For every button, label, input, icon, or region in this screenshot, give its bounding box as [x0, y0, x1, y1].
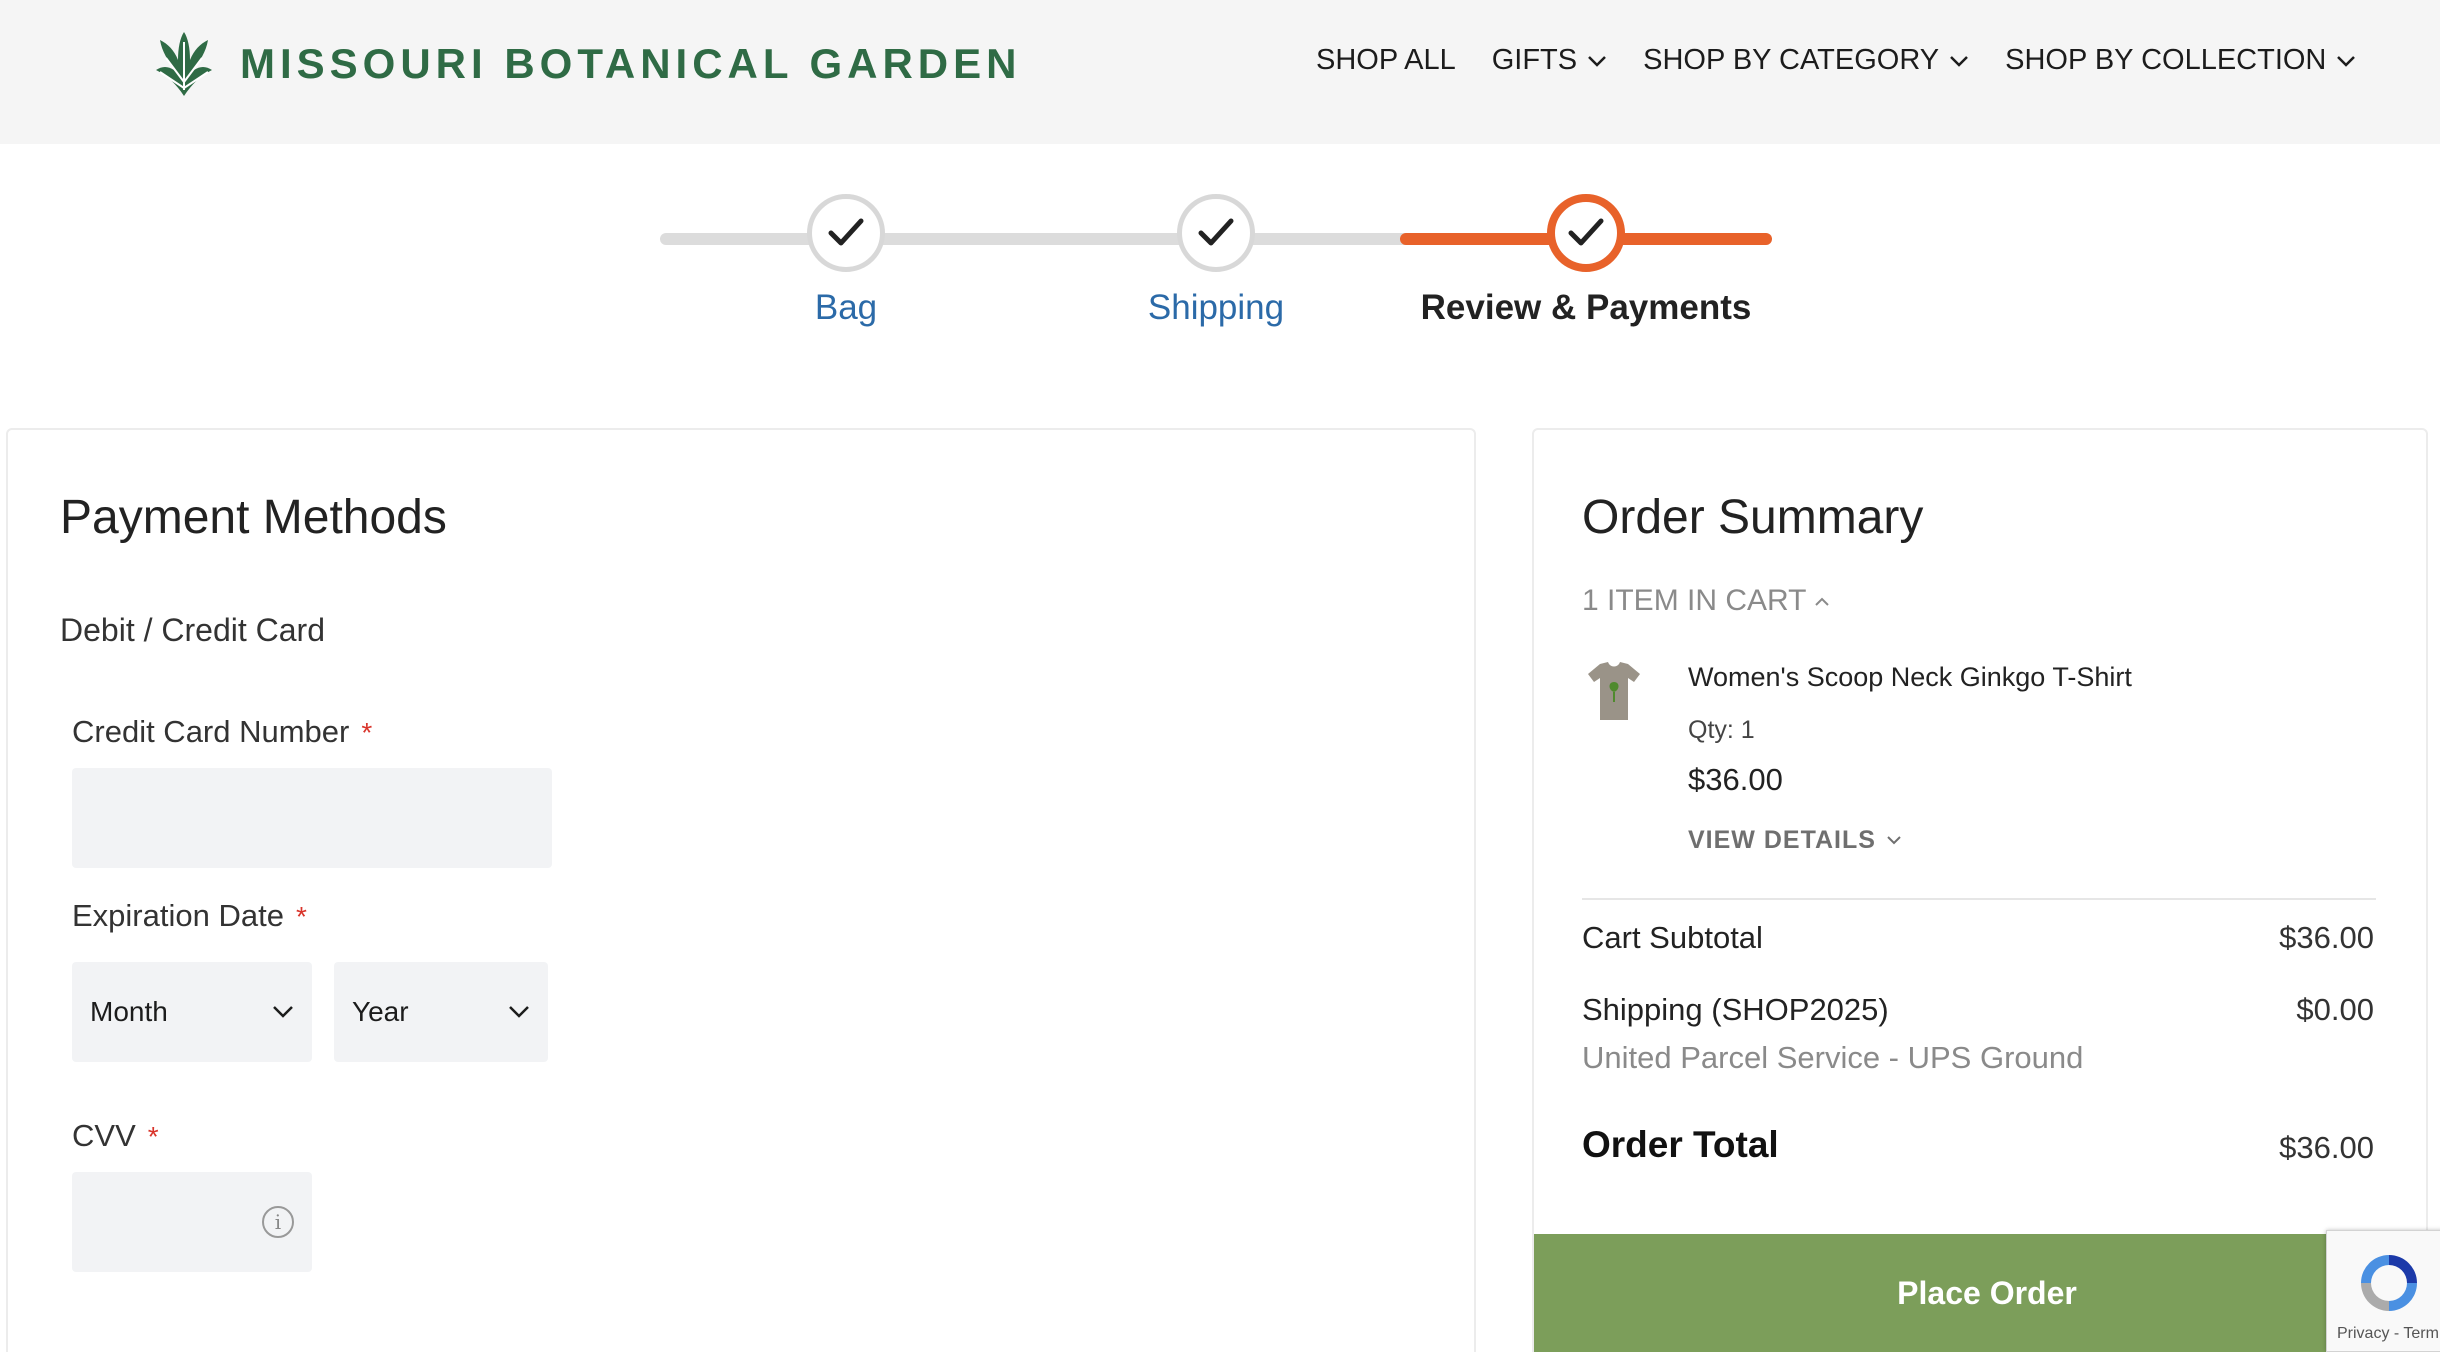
tshirt-icon — [1588, 662, 1640, 720]
step-shipping-label[interactable]: Shipping — [1148, 288, 1284, 328]
step-review-check — [1547, 194, 1625, 272]
checkmark-icon — [1568, 218, 1604, 246]
recaptcha-badge[interactable]: Privacy - Term — [2326, 1230, 2440, 1352]
view-details-toggle[interactable]: VIEW DETAILS — [1688, 826, 1902, 855]
order-total-value: $36.00 — [2279, 1130, 2374, 1165]
chevron-down-icon — [509, 1006, 529, 1018]
chevron-down-icon — [2337, 55, 2356, 67]
nav-shop-by-collection[interactable]: SHOP BY COLLECTION — [2005, 44, 2356, 77]
year-select-value: Year — [352, 996, 409, 1027]
shipping-label: Shipping (SHOP2025) — [1582, 992, 1889, 1027]
chevron-up-icon — [1815, 597, 1830, 606]
main-nav: SHOP ALL GIFTS SHOP BY CATEGORY SHOP BY … — [1316, 44, 2392, 77]
progress-track — [660, 233, 1412, 245]
site-header: MISSOURI BOTANICAL GARDEN SHOP ALL GIFTS… — [0, 0, 2440, 144]
step-bag-check[interactable] — [807, 194, 885, 272]
step-bag-label[interactable]: Bag — [815, 288, 877, 328]
recaptcha-links[interactable]: Privacy - Term — [2337, 1325, 2439, 1343]
checkout-page: MISSOURI BOTANICAL GARDEN SHOP ALL GIFTS… — [0, 0, 2440, 1352]
items-in-cart-toggle[interactable]: 1 ITEM IN CART — [1582, 584, 1830, 618]
payment-methods-panel: Payment Methods Debit / Credit Card Cred… — [6, 428, 1476, 1352]
chevron-down-icon — [1950, 55, 1969, 67]
brand-name: MISSOURI BOTANICAL GARDEN — [240, 40, 1022, 87]
order-summary-title: Order Summary — [1582, 491, 1924, 544]
cvv-label-text: CVV — [72, 1118, 136, 1153]
recaptcha-icon — [2361, 1255, 2417, 1311]
chevron-down-icon — [1887, 836, 1901, 845]
leaf-logo-icon — [156, 32, 212, 96]
expiration-year-select[interactable]: Year — [334, 962, 548, 1062]
subtotal-label: Cart Subtotal — [1582, 920, 1763, 955]
nav-shop-by-category-label: SHOP BY CATEGORY — [1643, 44, 1940, 76]
step-shipping-check[interactable] — [1177, 194, 1255, 272]
nav-shop-all[interactable]: SHOP ALL — [1316, 44, 1456, 77]
chevron-down-icon — [273, 1006, 293, 1018]
card-number-label-text: Credit Card Number — [72, 714, 350, 749]
nav-shop-all-label: SHOP ALL — [1316, 44, 1456, 76]
item-name: Women's Scoop Neck Ginkgo T-Shirt — [1688, 662, 2132, 692]
place-order-button[interactable]: Place Order — [1534, 1234, 2440, 1352]
expiration-label-text: Expiration Date — [72, 898, 284, 933]
nav-shop-by-collection-label: SHOP BY COLLECTION — [2005, 44, 2327, 76]
chevron-down-icon — [1588, 55, 1606, 67]
item-qty: Qty: 1 — [1688, 716, 1755, 744]
order-total-label: Order Total — [1582, 1124, 1779, 1165]
nav-gifts[interactable]: GIFTS — [1492, 44, 1607, 77]
nav-gifts-label: GIFTS — [1491, 44, 1578, 76]
required-mark: * — [147, 1121, 159, 1152]
payment-method-label: Debit / Credit Card — [60, 612, 325, 648]
shipping-value: $0.00 — [2296, 992, 2374, 1027]
expiration-label: Expiration Date * — [72, 898, 307, 934]
checkmark-icon — [828, 218, 864, 246]
month-select-value: Month — [90, 996, 168, 1027]
nav-shop-by-category[interactable]: SHOP BY CATEGORY — [1643, 44, 1969, 77]
checkout-progress: Bag Shipping Review & Payments — [660, 188, 1772, 338]
card-number-label: Credit Card Number * — [72, 714, 372, 750]
brand-logo[interactable]: MISSOURI BOTANICAL GARDEN — [146, 30, 1021, 98]
shipping-method: United Parcel Service - UPS Ground — [1582, 1040, 2084, 1075]
card-number-input[interactable] — [72, 768, 552, 868]
checkmark-icon — [1198, 218, 1234, 246]
required-mark: * — [361, 717, 373, 748]
info-icon[interactable]: i — [262, 1206, 294, 1238]
subtotal-value: $36.00 — [2279, 920, 2374, 955]
expiration-month-select[interactable]: Month — [72, 962, 312, 1062]
payment-title: Payment Methods — [60, 491, 447, 544]
required-mark: * — [295, 901, 307, 932]
items-in-cart-label: 1 ITEM IN CART — [1582, 584, 1807, 617]
view-details-label: VIEW DETAILS — [1688, 826, 1876, 854]
order-summary-panel: Order Summary 1 ITEM IN CART Women's Sco… — [1532, 428, 2428, 1352]
summary-divider — [1582, 898, 2376, 900]
step-review-label: Review & Payments — [1420, 288, 1752, 327]
cvv-label: CVV * — [72, 1118, 159, 1154]
item-price: $36.00 — [1688, 762, 1783, 797]
